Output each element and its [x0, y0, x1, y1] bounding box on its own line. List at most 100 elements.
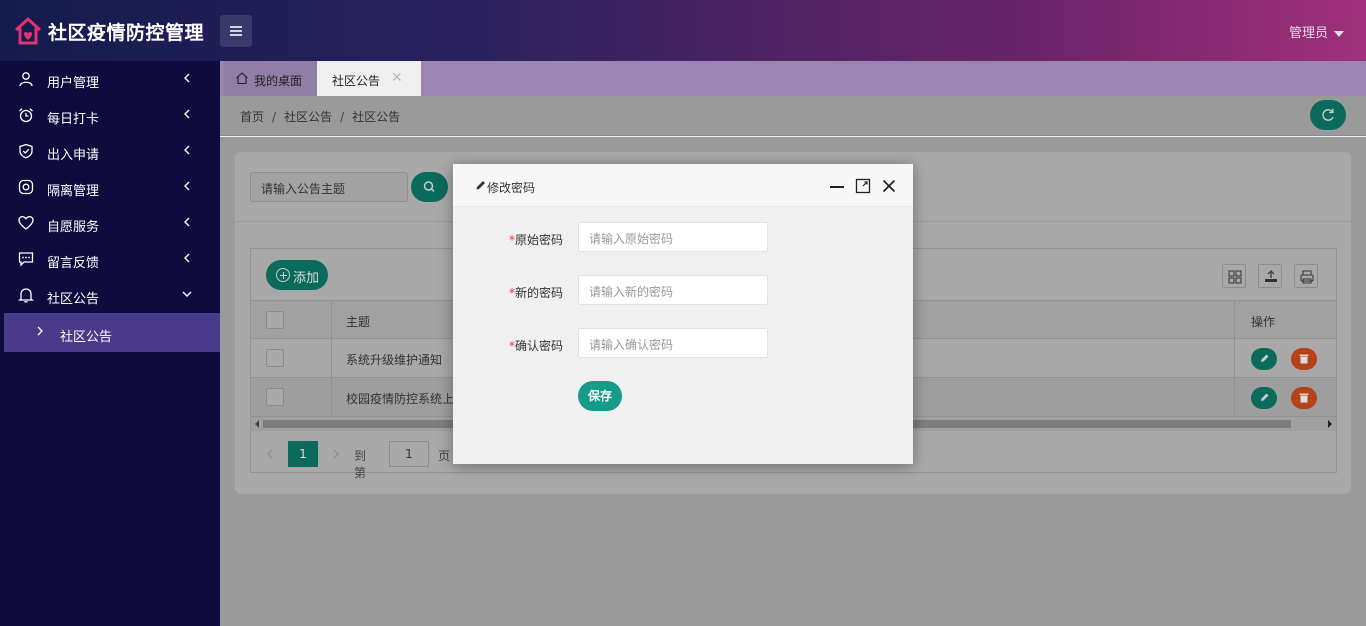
trash-icon	[1299, 393, 1309, 403]
scroll-right-icon[interactable]	[1327, 420, 1333, 428]
pencil-icon	[1261, 354, 1269, 362]
sidebar-item-users[interactable]: 用户管理	[0, 61, 220, 97]
row-checkbox[interactable]	[266, 349, 284, 367]
new-password-field[interactable]: 请输入新的密码	[578, 275, 768, 305]
breadcrumb-bar: 首页 / 社区公告 / 社区公告	[220, 96, 1366, 136]
column-header-actions: 操作	[1251, 315, 1276, 329]
user-menu[interactable]: 管理员	[1289, 22, 1344, 41]
plus-circle-icon	[276, 268, 290, 282]
house-heart-logo-icon	[14, 17, 42, 45]
columns-filter-button[interactable]	[1222, 264, 1246, 288]
goto-label: 到第	[354, 449, 367, 480]
field-label: *新的密码	[508, 286, 563, 300]
row-subject: 系统升级维护通知	[346, 353, 443, 367]
tab-label: 我的桌面	[254, 74, 303, 88]
sidebar-subitem-announcements[interactable]: 社区公告	[4, 313, 220, 352]
column-divider	[331, 301, 332, 340]
chevron-left-icon	[184, 145, 190, 155]
menu-toggle-button[interactable]	[220, 15, 252, 47]
sidebar-item-checkin[interactable]: 每日打卡	[0, 97, 220, 133]
sidebar-item-label: 用户管理	[47, 76, 100, 91]
sidebar-item-label: 隔离管理	[47, 184, 100, 199]
user-icon	[19, 72, 33, 87]
grid-icon	[1228, 270, 1242, 284]
refresh-icon	[1322, 108, 1334, 121]
export-button[interactable]	[1258, 264, 1282, 288]
tab-bar: 我的桌面 社区公告 ✕	[220, 61, 1366, 96]
search-icon	[423, 181, 435, 193]
refresh-button[interactable]	[1310, 100, 1346, 130]
chevron-left-icon	[184, 217, 190, 227]
column-divider	[1234, 301, 1235, 340]
sidebar: 用户管理 每日打卡 出入申请 隔离管理 自愿服务 留言反馈 社区公告 社区公告	[0, 61, 220, 626]
user-name: 管理员	[1288, 26, 1328, 41]
breadcrumb-current: 社区公告	[352, 110, 401, 124]
minimize-icon[interactable]	[829, 178, 845, 194]
app-title: 社区疫情防控管理	[48, 22, 205, 44]
breadcrumb-section[interactable]: 社区公告	[284, 110, 332, 124]
alarm-clock-icon	[19, 108, 33, 123]
confirm-password-field[interactable]: 请输入确认密码	[578, 328, 768, 358]
maximize-icon[interactable]	[855, 178, 871, 194]
scroll-left-icon[interactable]	[254, 420, 260, 428]
column-divider	[1234, 339, 1235, 378]
chevron-left-icon	[184, 181, 190, 191]
target-icon	[18, 179, 34, 195]
column-divider	[1234, 378, 1235, 417]
chevron-left-icon	[184, 253, 190, 263]
shield-check-icon	[19, 143, 33, 159]
breadcrumb: 首页 / 社区公告 / 社区公告	[240, 110, 401, 124]
delete-button[interactable]	[1291, 348, 1317, 370]
sidebar-item-announcements[interactable]: 社区公告	[0, 277, 220, 313]
top-header: 社区疫情防控管理 管理员	[0, 0, 1366, 61]
dialog-title: 修改密码	[487, 181, 536, 195]
home-icon	[236, 72, 248, 85]
caret-down-icon	[1334, 30, 1344, 37]
heart-icon	[18, 215, 34, 230]
tab-desktop[interactable]: 我的桌面	[223, 61, 317, 96]
print-button[interactable]	[1294, 264, 1318, 288]
page-input[interactable]: 1	[389, 441, 429, 467]
field-label: *确认密码	[508, 339, 563, 353]
page-current[interactable]: 1	[288, 441, 318, 467]
sidebar-item-label: 出入申请	[47, 148, 100, 163]
tab-announcements[interactable]: 社区公告 ✕	[317, 61, 421, 96]
search-input[interactable]: 请输入公告主题	[250, 172, 408, 202]
form-row-confirm-password: *确认密码 请输入确认密码	[453, 328, 913, 358]
row-checkbox[interactable]	[266, 388, 284, 406]
sidebar-item-feedback[interactable]: 留言反馈	[0, 241, 220, 277]
close-tab-icon[interactable]: ✕	[391, 70, 403, 86]
sidebar-item-label: 留言反馈	[47, 256, 100, 271]
close-icon[interactable]	[881, 178, 897, 194]
bell-icon	[18, 288, 34, 303]
sidebar-item-access[interactable]: 出入申请	[0, 133, 220, 169]
column-header-subject: 主题	[346, 315, 371, 329]
chevron-left-icon	[184, 109, 190, 119]
next-page-icon[interactable]	[332, 449, 340, 459]
prev-page-icon[interactable]	[266, 449, 274, 459]
message-icon	[18, 252, 34, 267]
form-row-new-password: *新的密码 请输入新的密码	[453, 275, 913, 305]
save-button[interactable]: 保存	[578, 381, 622, 411]
sidebar-item-quarantine[interactable]: 隔离管理	[0, 169, 220, 205]
printer-icon	[1300, 270, 1314, 284]
edit-button[interactable]	[1251, 387, 1277, 409]
pencil-icon	[476, 181, 485, 190]
sidebar-item-volunteer[interactable]: 自愿服务	[0, 205, 220, 241]
old-password-field[interactable]: 请输入原始密码	[578, 222, 768, 252]
edit-button[interactable]	[1251, 348, 1277, 370]
chevron-left-icon	[184, 73, 190, 83]
add-button[interactable]: 添加	[266, 260, 328, 290]
breadcrumb-home[interactable]: 首页	[240, 110, 264, 124]
export-icon	[1265, 270, 1277, 282]
tab-label: 社区公告	[332, 74, 381, 88]
trash-icon	[1299, 354, 1309, 364]
page-suffix: 页	[438, 449, 451, 463]
form-row-old-password: *原始密码 请输入原始密码	[453, 222, 913, 252]
delete-button[interactable]	[1291, 387, 1317, 409]
search-button[interactable]	[411, 172, 448, 202]
add-button-label: 添加	[293, 271, 320, 286]
select-all-checkbox[interactable]	[266, 311, 284, 329]
sidebar-item-label: 自愿服务	[47, 220, 100, 235]
sidebar-subitem-label: 社区公告	[60, 330, 113, 345]
